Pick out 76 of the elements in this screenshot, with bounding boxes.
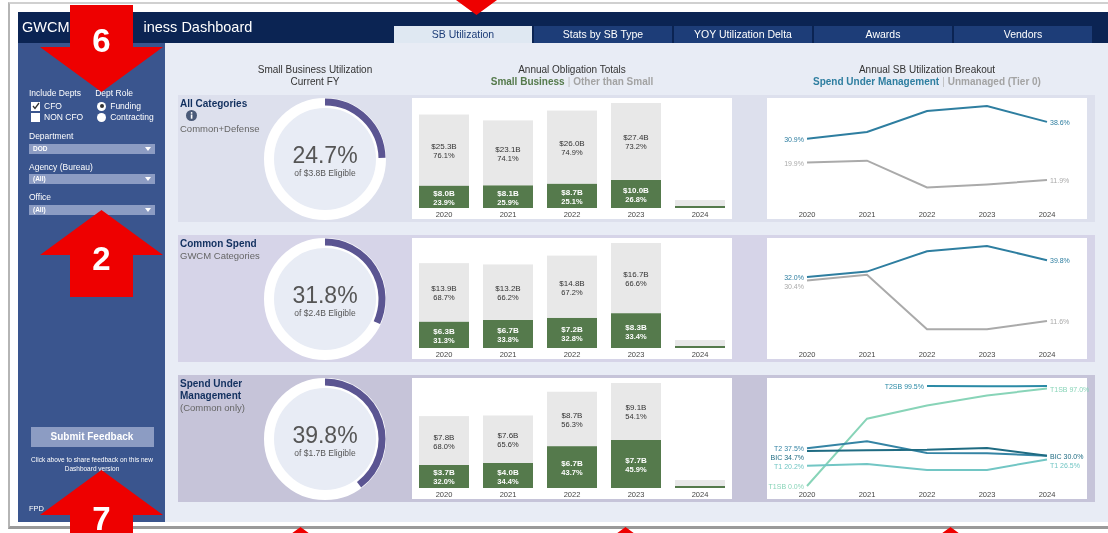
callout-number: 7: [91, 500, 111, 533]
row-title: Spend Under Management: [180, 378, 243, 401]
column-subtitle: Current FY: [289, 76, 341, 88]
legend-label: Small Business: [490, 76, 565, 87]
radio-label: Funding: [110, 100, 141, 112]
legend-separator: |: [942, 76, 945, 87]
bar-label: $13.2B: [495, 284, 521, 294]
checkbox-label: CFO: [44, 100, 62, 112]
dashboard-title: GWCM: [21, 17, 70, 37]
bar-label: $25.3B: [431, 142, 457, 152]
callout-number: 6: [91, 22, 111, 59]
column-title: Annual SB Utilization Breakout: [857, 64, 997, 76]
bar-label: $6.7B: [497, 325, 519, 335]
bar-label: $6.3B: [433, 326, 455, 336]
filter-label: Dept Role: [95, 87, 134, 100]
tab[interactable]: Awards: [814, 26, 952, 43]
bar-label: $27.4B: [623, 133, 649, 143]
tab[interactable]: YOY Utilization Delta: [674, 26, 812, 43]
legend-label: Spend Under Management: [813, 76, 940, 87]
bar-label: $7.2B: [561, 324, 583, 334]
bar-label: $7.6B: [497, 431, 519, 441]
radio-button[interactable]: [97, 112, 107, 122]
bar-label: $8.3B: [625, 322, 647, 332]
field-label: Agency (Bureau): [29, 160, 94, 174]
callout-number: 2: [91, 240, 111, 277]
field-label: Department: [29, 129, 75, 143]
legend-separator: |: [567, 76, 571, 87]
utilization-caption: of $3.8B Eligible: [294, 167, 356, 178]
bar-label: $13.9B: [431, 284, 457, 294]
row-title: All Categories: [180, 98, 248, 109]
caret-icon: [145, 146, 151, 151]
utilization-value: 39.8%: [292, 421, 358, 448]
checkbox[interactable]: [31, 101, 40, 111]
row-subtitle: Common+Defense: [180, 123, 261, 135]
info-icon[interactable]: [186, 110, 197, 121]
bar-label: $7.7B: [625, 455, 647, 465]
checkbox-label: NON CFO: [44, 111, 84, 123]
radio-button[interactable]: [97, 101, 107, 111]
partial-year-bar: [675, 480, 725, 488]
caret-icon: [145, 208, 151, 212]
filter-label: Include Depts: [29, 87, 82, 100]
bar-label: $8.7B: [561, 410, 583, 420]
row-subtitle: GWCM Categories: [180, 250, 261, 262]
bar-label: $9.1B: [625, 403, 647, 413]
bar-label: $16.7B: [623, 270, 649, 280]
tab[interactable]: SB Utilization: [394, 26, 532, 43]
radio-label: Contracting: [110, 111, 154, 123]
bar-label: $10.0B: [623, 185, 649, 195]
partial-year-bar: [675, 340, 725, 348]
utilization-value: 31.8%: [292, 281, 358, 308]
tab[interactable]: Stats by SB Type: [534, 26, 672, 43]
checkbox[interactable]: [31, 112, 40, 122]
legend-label: Other than Small: [573, 76, 654, 87]
row-title: Common Spend: [180, 238, 257, 249]
bar-label: $3.7B: [433, 468, 455, 478]
bar-label: $7.8B: [433, 432, 455, 442]
bar-label: $14.8B: [559, 278, 585, 288]
legend-label: Unmanaged (Tier 0): [947, 76, 1041, 87]
caret-icon: [145, 177, 151, 182]
bar-label: $23.1B: [495, 144, 521, 154]
partial-year-bar: [675, 200, 725, 208]
bar-label: $8.1B: [497, 188, 519, 198]
utilization-value: 24.7%: [292, 141, 358, 168]
dashboard-title: iness Dashboard: [142, 17, 253, 37]
bar-label: $4.0B: [497, 467, 519, 477]
bar-label: $8.7B: [561, 187, 583, 197]
field-label: Office: [29, 191, 53, 204]
column-title: Annual Obligation Totals: [517, 64, 627, 76]
tab[interactable]: Vendors: [954, 26, 1092, 43]
row-subtitle: (Common only): [180, 402, 246, 414]
column-title: Small Business Utilization: [256, 64, 374, 76]
bar-label: $8.0B: [433, 188, 455, 198]
bar-label: $6.7B: [561, 459, 583, 469]
utilization-caption: of $2.4B Eligible: [294, 307, 356, 318]
bar-label: $26.0B: [559, 139, 585, 149]
utilization-caption: of $1.7B Eligible: [294, 447, 356, 458]
